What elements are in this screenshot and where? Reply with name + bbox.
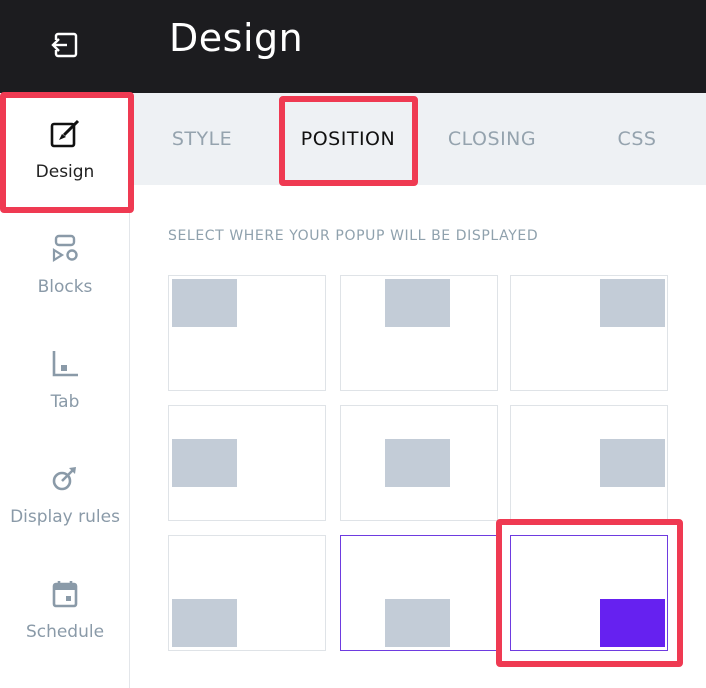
sidebar: Design Blocks Tab Display rules Schedule [0,93,130,688]
sidebar-item-display-rules[interactable]: Display rules [0,441,130,556]
sidebar-item-label: Display rules [10,507,120,527]
tab-icon [0,348,130,380]
position-top-right[interactable] [510,275,668,391]
position-bottom-left[interactable] [168,535,326,651]
position-top-center[interactable] [340,275,498,391]
exit-arrow-icon [50,30,80,64]
popup-placeholder [172,439,237,487]
sidebar-item-label: Design [35,162,95,182]
display-rules-icon [0,463,130,495]
sidebar-item-blocks[interactable]: Blocks [0,211,130,326]
position-top-left[interactable] [168,275,326,391]
back-button[interactable] [0,0,130,93]
position-bottom-right[interactable] [510,535,668,651]
position-middle-center[interactable] [340,405,498,521]
position-middle-right[interactable] [510,405,668,521]
sidebar-item-tab[interactable]: Tab [0,326,130,441]
paintbrush-icon [0,118,130,150]
popup-placeholder [385,279,450,327]
calendar-icon [0,578,130,610]
sidebar-item-label: Schedule [25,622,105,642]
popup-placeholder [172,599,237,647]
tab-closing[interactable]: CLOSING [430,93,554,185]
page-title: Design [169,16,304,60]
popup-placeholder [385,599,450,647]
sidebar-item-design[interactable]: Design [0,96,130,211]
position-bottom-center[interactable] [340,535,498,651]
sidebar-item-schedule[interactable]: Schedule [0,556,130,671]
tab-css[interactable]: CSS [600,93,674,185]
top-bar: Design [0,0,706,93]
popup-placeholder-selected [600,599,665,647]
popup-placeholder [385,439,450,487]
tab-style[interactable]: STYLE [150,93,254,185]
position-middle-left[interactable] [168,405,326,521]
popup-placeholder [600,439,665,487]
tab-bar: STYLE POSITION CLOSING CSS [130,93,706,185]
popup-placeholder [172,279,237,327]
popup-placeholder [600,279,665,327]
tab-position[interactable]: POSITION [282,93,414,185]
sidebar-item-label: Blocks [37,277,93,297]
section-label: SELECT WHERE YOUR POPUP WILL BE DISPLAYE… [168,228,539,244]
blocks-icon [0,233,130,265]
sidebar-item-label: Tab [50,392,80,412]
